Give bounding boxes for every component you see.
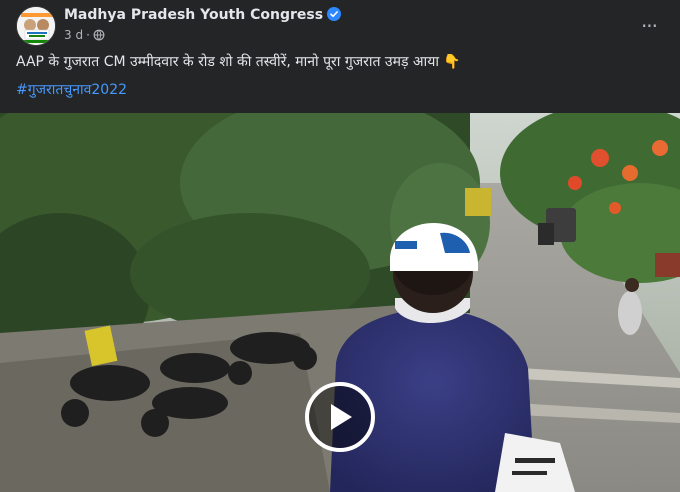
caption-text: AAP के गुजरात CM उम्मीदवार के रोड शो की … xyxy=(16,54,439,70)
play-icon xyxy=(331,404,352,430)
pointing-down-emoji: 👇 xyxy=(443,54,461,70)
facebook-post: Madhya Pradesh Youth Congress 3 d · ··· A… xyxy=(0,0,680,492)
page-name-link[interactable]: Madhya Pradesh Youth Congress xyxy=(64,7,323,23)
video-player[interactable] xyxy=(0,113,680,492)
meta-separator: · xyxy=(86,28,90,42)
globe-icon[interactable] xyxy=(93,29,105,44)
hashtag-link[interactable]: #गुजरातचुनाव2022 xyxy=(16,80,127,100)
post-timestamp[interactable]: 3 d xyxy=(64,28,83,42)
page-avatar[interactable] xyxy=(16,6,56,46)
post-caption: AAP के गुजरात CM उम्मीदवार के रोड शो की … xyxy=(16,52,664,72)
page-name-row: Madhya Pradesh Youth Congress xyxy=(64,7,342,25)
more-options-icon: ··· xyxy=(640,14,658,38)
congress-logo-icon xyxy=(17,7,55,45)
play-button[interactable] xyxy=(305,382,375,452)
post-header: Madhya Pradesh Youth Congress 3 d · ··· xyxy=(16,6,664,46)
more-options-button[interactable]: ··· xyxy=(634,11,664,41)
verified-badge-icon xyxy=(327,7,342,25)
post-meta: 3 d · xyxy=(64,28,105,44)
